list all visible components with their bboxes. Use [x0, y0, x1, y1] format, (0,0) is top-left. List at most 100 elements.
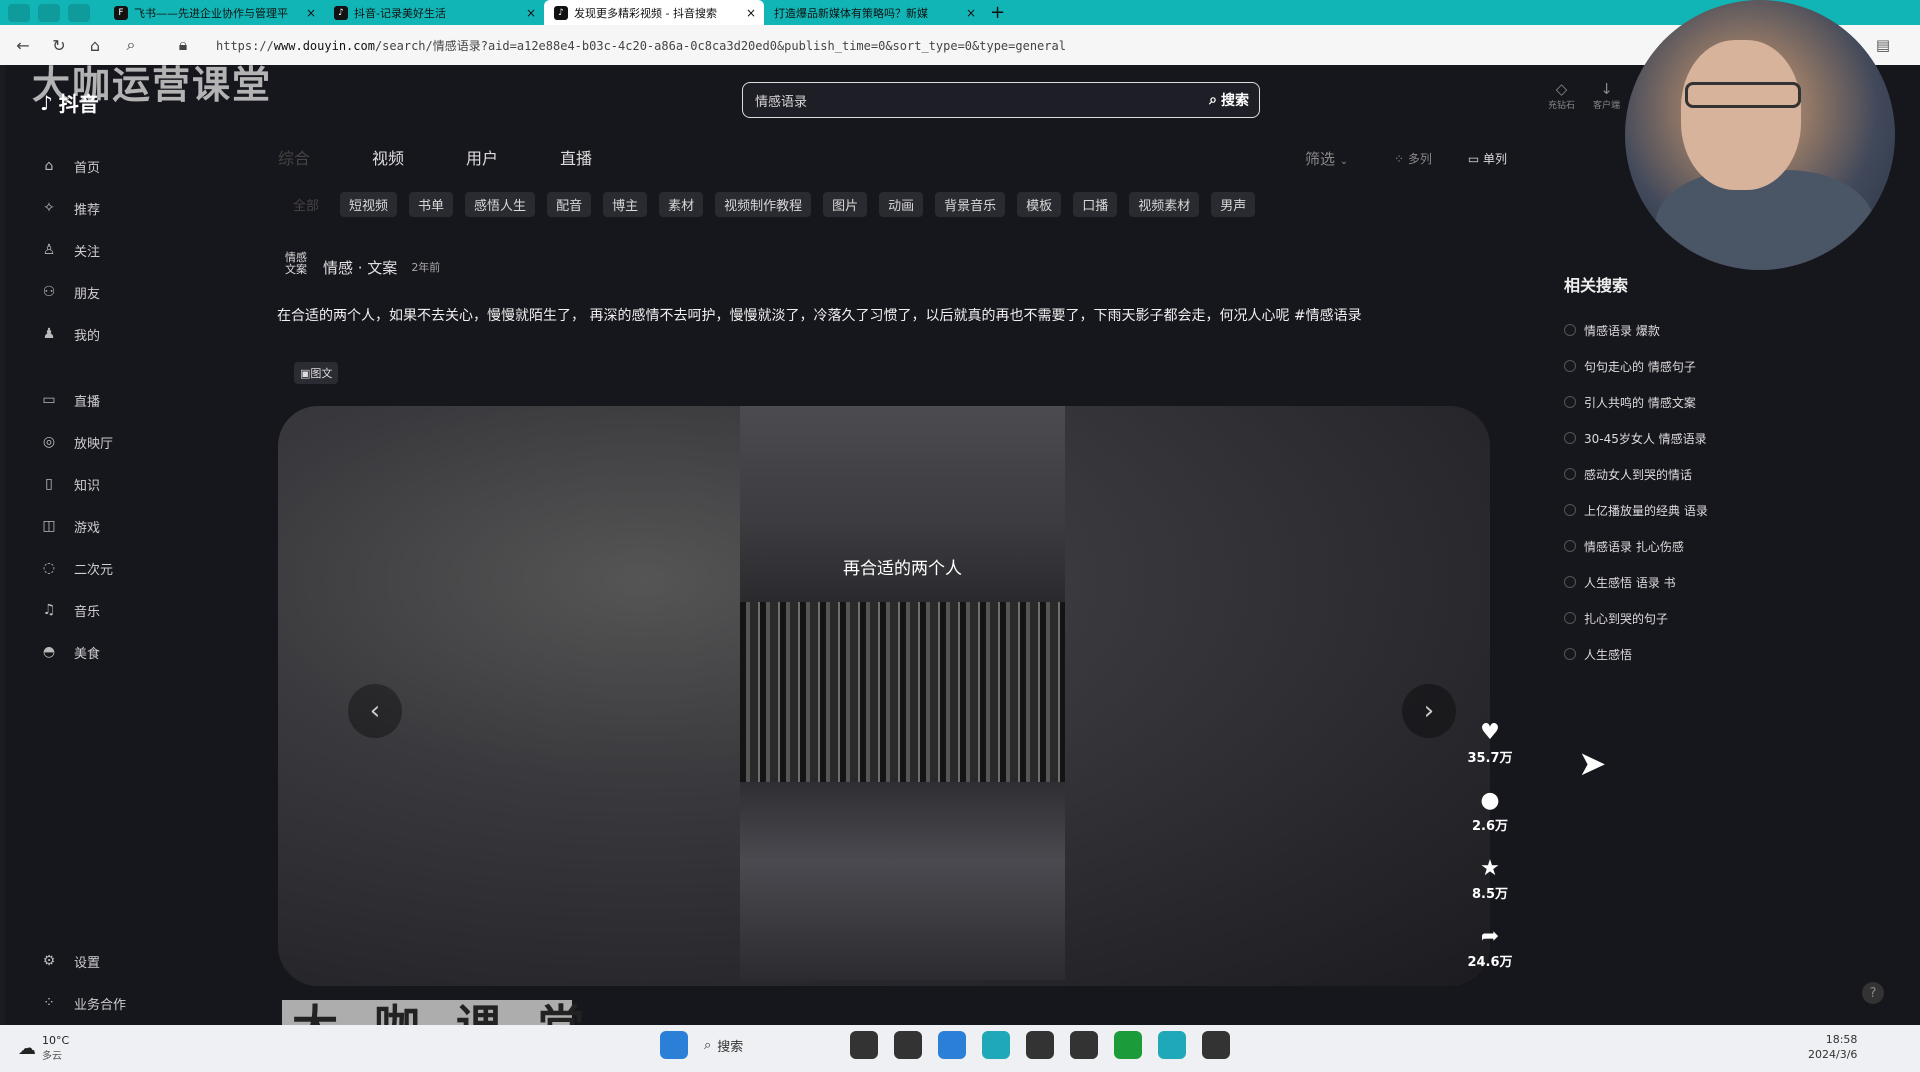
post-description[interactable]: 在合适的两个人，如果不去关心，慢慢就陌生了， 再深的感情不去呵护，慢慢就淡了，冷…	[277, 305, 1517, 325]
share-button[interactable]: ➦ 24.6万	[1460, 924, 1520, 970]
sidebar-item-food[interactable]: ◓ 美食	[40, 631, 200, 673]
related-item[interactable]: 句句走心的 情感句子	[1564, 348, 1864, 384]
search-icon: ⌕	[1209, 92, 1217, 108]
related-item[interactable]: 扎心到哭的句子	[1564, 600, 1864, 636]
sidebar-item-live[interactable]: ▭ 直播	[40, 379, 200, 421]
taskbar-app-icon[interactable]	[850, 1031, 878, 1059]
chip-blogger[interactable]: 博主	[603, 192, 648, 217]
taskbar-search[interactable]: ⌕ 搜索	[704, 1036, 834, 1055]
avatar[interactable]: 情感文案	[283, 252, 309, 282]
search-bullet-icon	[1564, 540, 1576, 552]
chip-all[interactable]: 全部	[284, 192, 328, 217]
tab-comprehensive[interactable]: 综合	[278, 145, 310, 169]
douyin-logo[interactable]: ♪ 抖音	[40, 88, 99, 117]
favorite-button[interactable]: ★ 8.5万	[1460, 856, 1520, 902]
sidebar-divider	[40, 355, 200, 379]
taskbar-app-icon[interactable]	[1202, 1031, 1230, 1059]
start-windows-icon[interactable]	[660, 1031, 688, 1059]
tab-close-icon[interactable]: ×	[526, 6, 536, 20]
chip-dubbing[interactable]: 配音	[547, 192, 592, 217]
tab-close-icon[interactable]: ×	[746, 6, 756, 20]
next-arrow-button[interactable]: ›	[1402, 684, 1456, 738]
new-tab-button[interactable]: +	[990, 2, 1005, 23]
chip-male-voice[interactable]: 男声	[1211, 192, 1256, 217]
chip-video-tutorial[interactable]: 视频制作教程	[715, 192, 812, 217]
search-input[interactable]	[743, 91, 1210, 109]
chip-life-insight[interactable]: 感悟人生	[465, 192, 536, 217]
search-bullet-icon	[1564, 360, 1576, 372]
related-item[interactable]: 30-45岁女人 情感语录	[1564, 420, 1864, 456]
browser-profile-icon[interactable]	[8, 3, 30, 22]
search-button[interactable]: ⌕ 搜索	[1209, 90, 1259, 110]
related-item[interactable]: 引人共鸣的 情感文案	[1564, 384, 1864, 420]
related-item[interactable]: 上亿播放量的经典 语录	[1564, 492, 1864, 528]
view-single-column[interactable]: ▭ 单列	[1468, 150, 1507, 167]
sidebar-item-music[interactable]: ♫ 音乐	[40, 589, 200, 631]
tab-live[interactable]: 直播	[560, 145, 592, 169]
prev-arrow-button[interactable]: ‹	[348, 684, 402, 738]
sidebar-item-friends[interactable]: ⚇ 朋友	[40, 271, 200, 313]
recharge-diamond-button[interactable]: ◇ 充钻石	[1548, 80, 1575, 111]
tab-new-media[interactable]: 打造爆品新媒体有策略吗？新媒 ×	[764, 0, 984, 25]
tab-feishu[interactable]: F 飞书——先进企业协作与管理平 ×	[104, 0, 324, 25]
typora-icon[interactable]	[1070, 1031, 1098, 1059]
chip-video-material[interactable]: 视频素材	[1129, 192, 1200, 217]
weather-widget[interactable]: ☁ 10°C 多云	[18, 1034, 69, 1062]
chip-animation[interactable]: 动画	[879, 192, 924, 217]
extension-icon[interactable]: ▤	[1876, 36, 1890, 54]
related-item[interactable]: 情感语录 扎心伤感	[1564, 528, 1864, 564]
chip-template[interactable]: 模板	[1017, 192, 1062, 217]
workspaces-icon[interactable]	[38, 3, 60, 22]
author-name[interactable]: 情感 · 文案	[323, 257, 397, 278]
comment-button[interactable]: ● 2.6万	[1460, 788, 1520, 834]
tab-videos[interactable]: 视频	[372, 145, 404, 169]
taskbar-app-icon[interactable]	[894, 1031, 922, 1059]
like-button[interactable]: ♥ 35.7万	[1460, 720, 1520, 766]
tab-users[interactable]: 用户	[466, 145, 498, 169]
sidebar-item-follow[interactable]: ♙ 关注	[40, 229, 200, 271]
taskbar-app-icon[interactable]	[1026, 1031, 1054, 1059]
url-field[interactable]: https://www.douyin.com/search/情感语录?aid=a…	[216, 37, 1066, 54]
sidebar-item-game[interactable]: ◫ 游戏	[40, 505, 200, 547]
chip-voiceover[interactable]: 口播	[1073, 192, 1118, 217]
edge-browser-icon[interactable]	[982, 1031, 1010, 1059]
chip-images[interactable]: 图片	[823, 192, 868, 217]
sidebar-item-recommend[interactable]: ✧ 推荐	[40, 187, 200, 229]
system-clock[interactable]: 18:58 2024/3/6	[1808, 1032, 1857, 1062]
related-item[interactable]: 人生感悟 语录 书	[1564, 564, 1864, 600]
view-multi-column[interactable]: ⁘ 多列	[1394, 150, 1432, 167]
file-explorer-icon[interactable]	[938, 1031, 966, 1059]
filter-button[interactable]: 筛选 ⌄	[1305, 148, 1348, 169]
related-item[interactable]: 情感语录 爆款	[1564, 312, 1864, 348]
sidebar-item-business[interactable]: ⁘ 业务合作	[40, 982, 126, 1024]
tab-close-icon[interactable]: ×	[966, 6, 976, 20]
anime-icon: ◌	[42, 560, 56, 576]
taskbar-app-icon[interactable]	[1114, 1031, 1142, 1059]
chip-short-video[interactable]: 短视频	[340, 192, 398, 217]
tab-close-icon[interactable]: ×	[306, 6, 316, 20]
taskbar-app-icon[interactable]	[1158, 1031, 1186, 1059]
chip-material[interactable]: 素材	[659, 192, 704, 217]
sidebar-item-mine[interactable]: ♟ 我的	[40, 313, 200, 355]
sidebar-item-knowledge[interactable]: ▯ 知识	[40, 463, 200, 505]
search-bullet-icon	[1564, 648, 1576, 660]
address-bar: ← ↻ ⌂ ⌕ 🔒︎ https://www.douyin.com/search…	[0, 25, 1920, 65]
tab-douyin[interactable]: ♪ 抖音-记录美好生活 ×	[324, 0, 544, 25]
tab-douyin-search[interactable]: ♪ 发现更多精彩视频 - 抖音搜索 ×	[544, 0, 764, 25]
related-item[interactable]: 感动女人到哭的情话	[1564, 456, 1864, 492]
help-icon[interactable]: ?	[1862, 982, 1884, 1004]
comment-icon: ●	[1480, 788, 1500, 813]
related-searches: 相关搜索 情感语录 爆款 句句走心的 情感句子 引人共鸣的 情感文案 30-45…	[1564, 272, 1864, 672]
star-icon: ★	[1480, 856, 1500, 881]
image-card[interactable]: 再合适的两个人	[740, 406, 1065, 980]
sidebar-item-settings[interactable]: ⚙ 设置	[40, 940, 126, 982]
sidebar-item-anime[interactable]: ◌ 二次元	[40, 547, 200, 589]
chip-booklist[interactable]: 书单	[409, 192, 454, 217]
tab-actions-icon[interactable]	[68, 3, 90, 22]
webcam-overlay	[1625, 0, 1895, 270]
sidebar-item-home[interactable]: ⌂ 首页	[40, 145, 200, 187]
related-item[interactable]: 人生感悟	[1564, 636, 1864, 672]
client-download-button[interactable]: ↓ 客户端	[1593, 80, 1620, 111]
sidebar-item-cinema[interactable]: ◎ 放映厅	[40, 421, 200, 463]
chip-bgm[interactable]: 背景音乐	[935, 192, 1006, 217]
